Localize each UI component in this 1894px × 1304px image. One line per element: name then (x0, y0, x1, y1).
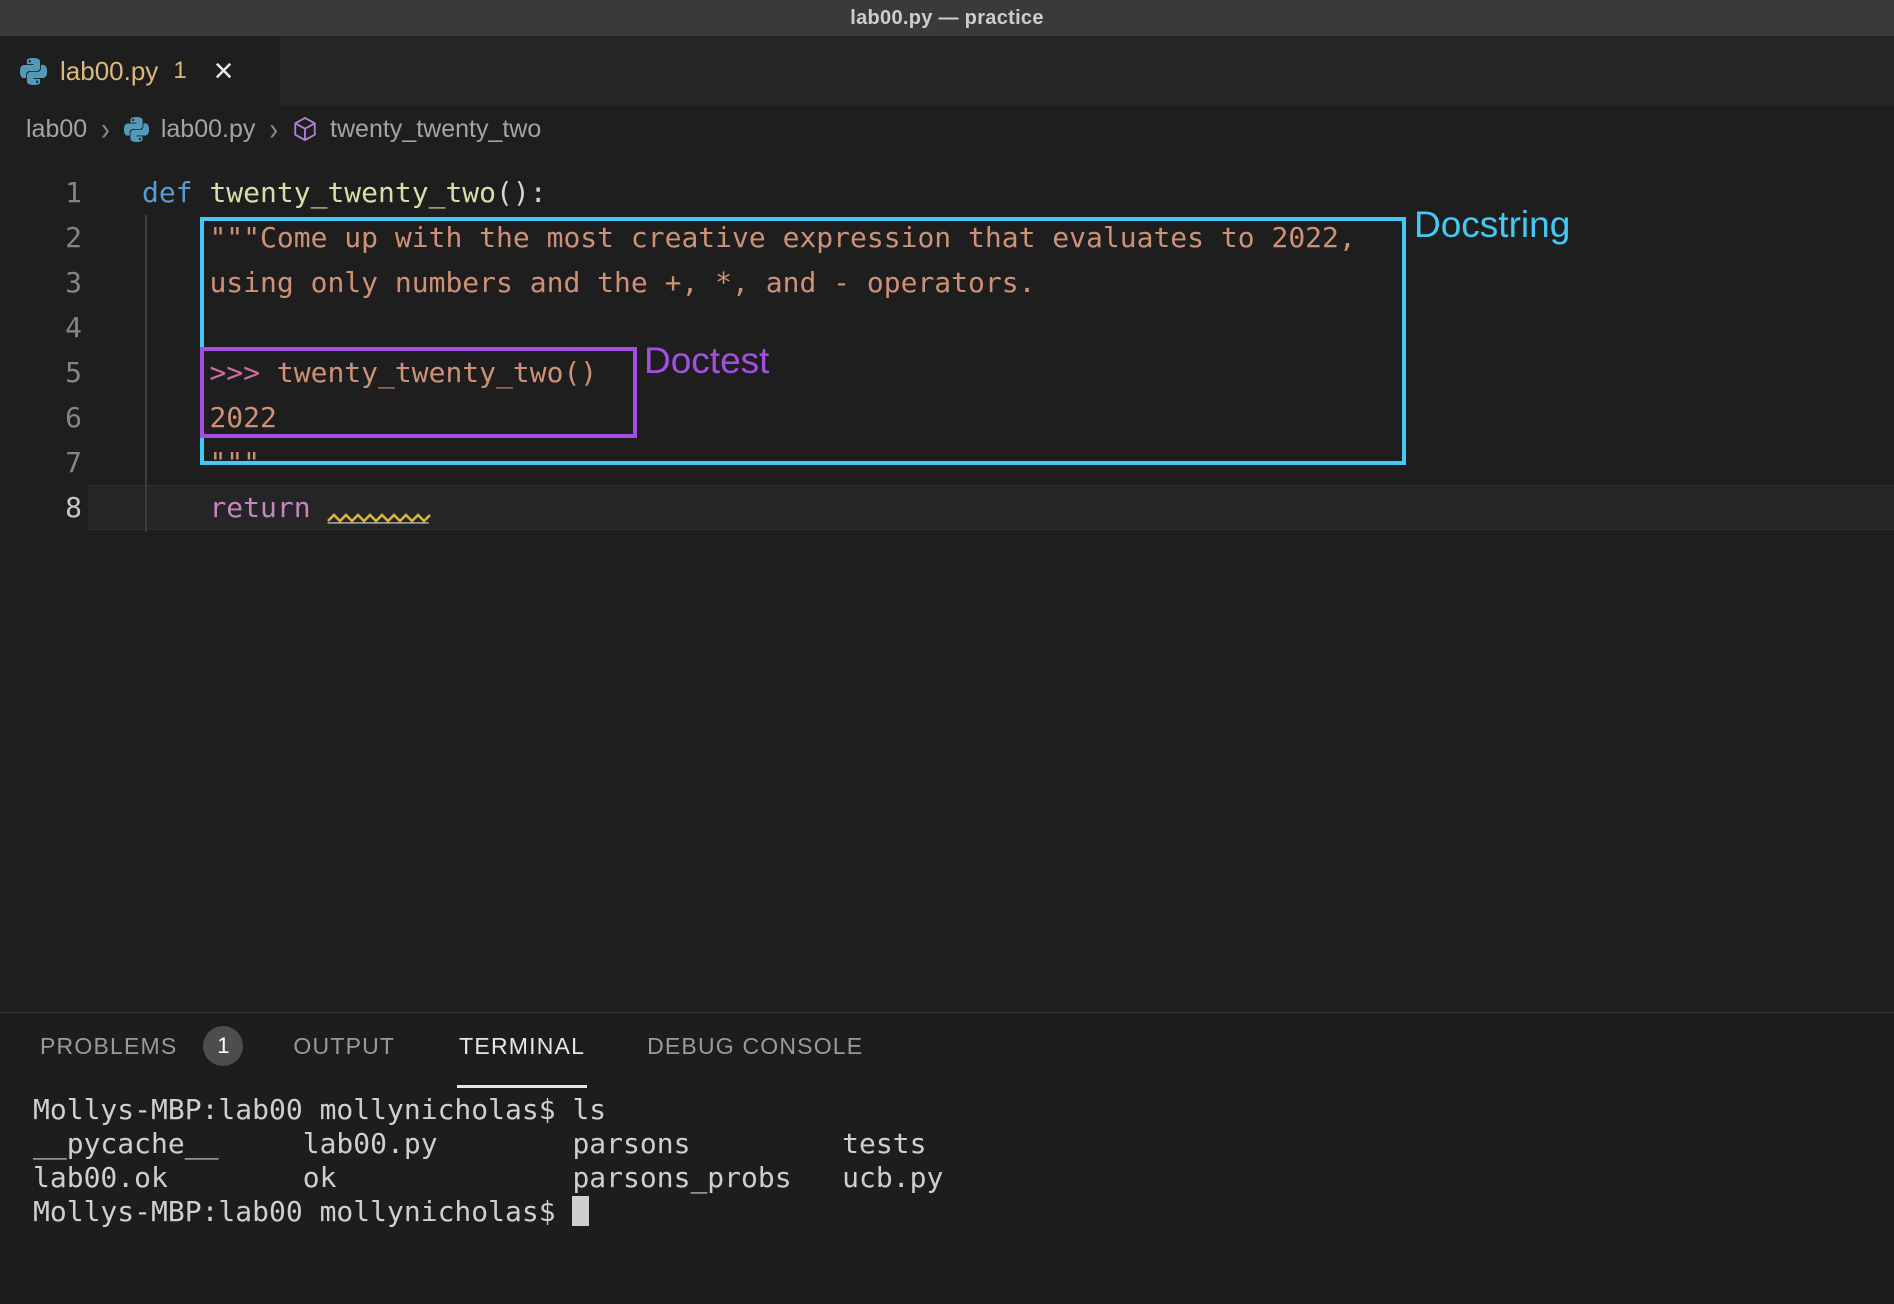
line-number[interactable]: 5 (0, 350, 82, 395)
tab-output[interactable]: OUTPUT (291, 1013, 397, 1085)
tab-modified-badge: 1 (173, 57, 186, 85)
tab-terminal[interactable]: TERMINAL (457, 1013, 587, 1088)
tab-problems[interactable]: PROBLEMS (38, 1013, 179, 1085)
code-line[interactable]: def twenty_twenty_two(): (142, 170, 1356, 215)
line-number[interactable]: 8 (0, 485, 82, 530)
chevron-right-icon: › (99, 110, 112, 147)
symbol-method-cube-icon (292, 116, 318, 142)
tab-bar: lab00.py 1 × (0, 36, 1894, 106)
doctest-annotation-label: Doctest (644, 340, 769, 382)
line-number[interactable]: 1 (0, 170, 82, 215)
problems-count-badge: 1 (203, 1026, 243, 1066)
line-number[interactable]: 4 (0, 305, 82, 350)
breadcrumb-item-symbol[interactable]: twenty_twenty_two (330, 115, 541, 144)
window-title: lab00.py — practice (850, 7, 1044, 30)
panel-tabs: PROBLEMS 1 OUTPUT TERMINAL DEBUG CONSOLE (0, 1013, 1894, 1088)
terminal-line: lab00.ok ok parsons_probs ucb.py (33, 1161, 1894, 1195)
code-line[interactable]: """Come up with the most creative expres… (142, 215, 1356, 260)
terminal-cursor (572, 1196, 589, 1226)
docstring-annotation-label: Docstring (1414, 204, 1570, 246)
line-number[interactable]: 3 (0, 260, 82, 305)
tab-lab00-py[interactable]: lab00.py 1 × (0, 36, 280, 106)
title-bar[interactable]: lab00.py — practice (0, 0, 1894, 36)
warning-squiggle-icon (327, 513, 431, 523)
line-number[interactable]: 6 (0, 395, 82, 440)
code-line[interactable]: using only numbers and the +, *, and - o… (142, 260, 1356, 305)
code-line[interactable]: 2022 (142, 395, 1356, 440)
bottom-panel: PROBLEMS 1 OUTPUT TERMINAL DEBUG CONSOLE… (0, 1012, 1894, 1304)
breadcrumb: lab00 › lab00.py › twenty_twenty_two (0, 106, 1894, 152)
terminal-line: Mollys-MBP:lab00 mollynicholas$ ls (33, 1093, 1894, 1127)
breadcrumb-item-file[interactable]: lab00.py (161, 115, 256, 144)
close-icon[interactable]: × (214, 54, 234, 88)
editor[interactable]: 12345678 def twenty_twenty_two(): """Com… (0, 152, 1894, 1012)
terminal-output[interactable]: Mollys-MBP:lab00 mollynicholas$ ls__pyca… (0, 1093, 1894, 1229)
vscode-window: lab00.py — practice lab00.py 1 × lab00 ›… (0, 0, 1894, 1304)
python-icon (20, 58, 47, 85)
terminal-line: Mollys-MBP:lab00 mollynicholas$ (33, 1195, 1894, 1229)
python-icon (124, 117, 149, 142)
line-number[interactable]: 7 (0, 440, 82, 485)
terminal-line: __pycache__ lab00.py parsons tests (33, 1127, 1894, 1161)
line-number[interactable]: 2 (0, 215, 82, 260)
tab-label: lab00.py (60, 56, 158, 87)
breadcrumb-item-folder[interactable]: lab00 (26, 115, 87, 144)
gutter[interactable]: 12345678 (0, 170, 82, 530)
tab-debug-console[interactable]: DEBUG CONSOLE (645, 1013, 865, 1085)
code-line[interactable]: return ______ (142, 485, 1356, 530)
chevron-right-icon: › (267, 110, 280, 147)
code-line[interactable]: """ (142, 440, 1356, 485)
